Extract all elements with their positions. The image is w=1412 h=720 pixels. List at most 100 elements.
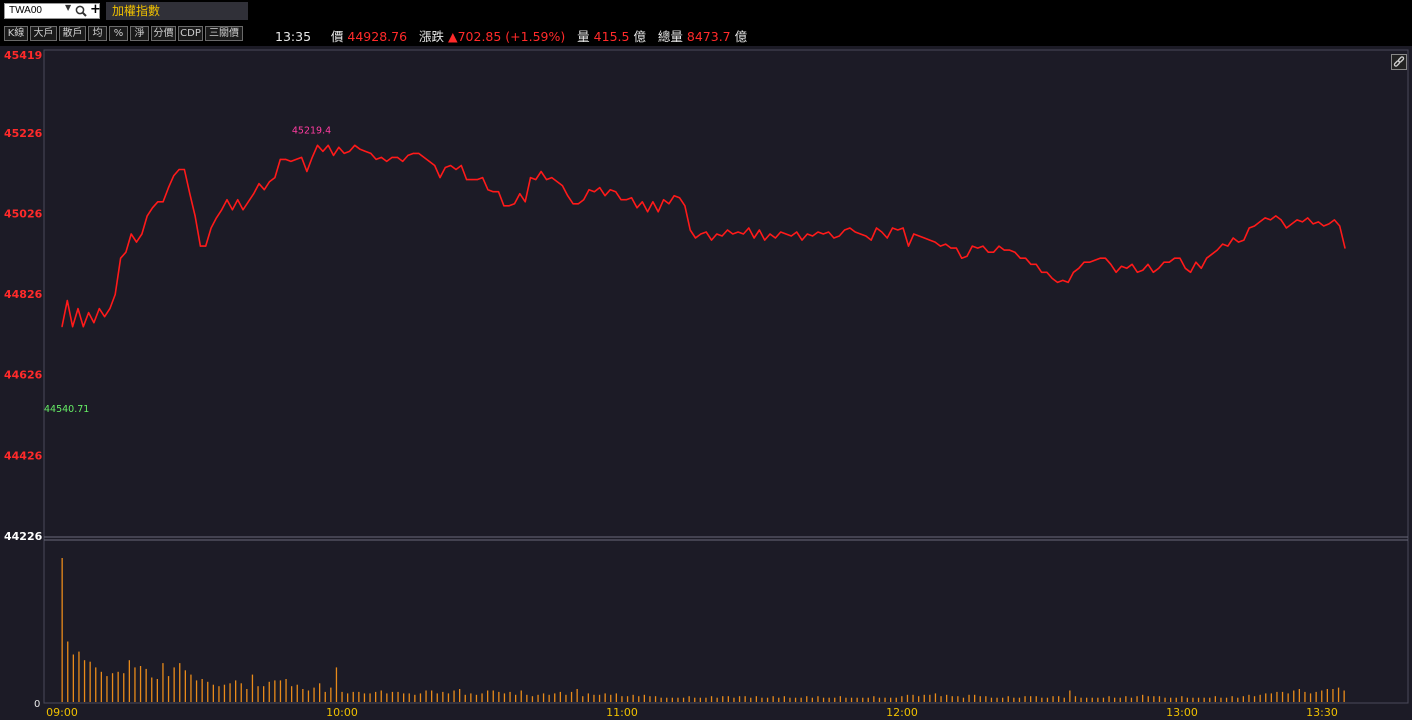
big-holders-button[interactable]: 大戶 (30, 26, 57, 41)
price-point (1195, 261, 1197, 263)
volume-bar (61, 558, 63, 702)
volume-bar (548, 694, 550, 702)
volume-bar (576, 689, 578, 702)
volume-bar (156, 679, 158, 702)
change-value: ▲702.85 (+1.59%) (447, 29, 566, 44)
price-point (519, 193, 521, 195)
price-point (1136, 271, 1138, 273)
price-point (1237, 241, 1240, 243)
price-point (913, 233, 915, 235)
volume-bar (1074, 696, 1077, 702)
volume-bar (1058, 696, 1060, 702)
y-tick-label: 44226 (4, 530, 43, 543)
volume-bar (447, 693, 450, 702)
symbol-input[interactable]: TWA00 ▼ + (4, 2, 101, 19)
percent-button[interactable]: % (109, 26, 128, 41)
price-point (157, 201, 159, 203)
price-point (561, 185, 564, 187)
price-point (758, 229, 761, 231)
price-point (503, 205, 505, 207)
add-icon[interactable]: + (90, 2, 101, 17)
volume-bar (660, 697, 662, 702)
volume-bar (1253, 696, 1256, 702)
volume-bar (358, 691, 360, 702)
cdp-button[interactable]: CDP (178, 26, 203, 41)
volume-bar (1007, 696, 1009, 702)
price-point (258, 183, 260, 185)
price-point (647, 211, 649, 213)
volume-bar (1086, 697, 1088, 702)
price-point (482, 177, 484, 179)
price-value: 44928.76 (347, 29, 408, 44)
volume-bar (1214, 696, 1216, 702)
volume-bar (419, 693, 422, 702)
price-point (135, 241, 138, 243)
volume-bar (766, 697, 769, 702)
total-volume-value: 8473.7 (686, 29, 731, 44)
price-point (891, 227, 894, 229)
volume-bar (1069, 690, 1071, 702)
price-point (439, 177, 441, 179)
price-point (572, 203, 574, 205)
volume-bar (240, 683, 242, 702)
price-point (359, 148, 361, 150)
volume-bar (134, 667, 136, 702)
volume-bar (128, 660, 130, 702)
volume-bar (218, 686, 220, 702)
volume-bar (391, 691, 394, 702)
link-icon[interactable] (1391, 54, 1407, 70)
volume-bar (570, 691, 573, 702)
volume-bar (974, 694, 976, 702)
volume-bar (1220, 697, 1222, 702)
volume-bar (1265, 693, 1267, 702)
volume-bar (666, 697, 668, 702)
price-point (1147, 263, 1149, 265)
price-point (290, 160, 292, 162)
volume-bar (1203, 697, 1205, 702)
price-point (1009, 249, 1011, 251)
search-icon[interactable] (75, 5, 87, 17)
price-point (487, 189, 489, 191)
volume-bar (1013, 697, 1015, 702)
price-point (950, 247, 952, 249)
volume-bar (1142, 694, 1144, 702)
price-distribution-button[interactable]: 分價 (151, 26, 176, 41)
price-point (338, 146, 340, 148)
volume-bar (929, 694, 931, 702)
volume-bar (1276, 691, 1278, 702)
three-levels-button[interactable]: 三關價 (205, 26, 243, 41)
chevron-down-icon[interactable]: ▼ (65, 3, 71, 12)
quote-line: 13:35 價 44928.76 漲跌 ▲702.85 (+1.59%) 量 4… (275, 26, 747, 45)
volume-bar (626, 696, 629, 702)
kline-button[interactable]: K線 (4, 26, 28, 41)
price-point (391, 156, 393, 158)
volume-bar (873, 696, 875, 702)
volume-bar (632, 694, 634, 702)
retail-button[interactable]: 散戶 (59, 26, 86, 41)
volume-bar (459, 689, 461, 702)
volume-bar (442, 691, 444, 702)
price-point (1317, 221, 1319, 223)
price-point (524, 201, 526, 203)
price-point (1072, 271, 1075, 273)
volume-bar (235, 680, 237, 702)
price-point (732, 233, 734, 235)
index-name: 加權指數 (106, 2, 248, 20)
x-tick-label: 13:30 (1306, 706, 1338, 719)
volume-bar (1186, 697, 1188, 702)
volume-bar (279, 680, 282, 702)
price-point (322, 150, 324, 152)
volume-bar (1147, 696, 1149, 702)
net-button[interactable]: 淨 (130, 26, 149, 41)
volume-bar (375, 691, 377, 702)
price-point (689, 229, 691, 231)
volume-bar (1097, 697, 1099, 702)
average-button[interactable]: 均 (88, 26, 107, 41)
volume-bar (643, 694, 645, 702)
price-point (82, 326, 84, 328)
price-point (61, 326, 63, 328)
volume-bar (856, 697, 858, 702)
price-point (929, 239, 931, 241)
price-point (790, 235, 792, 237)
price-point (332, 154, 335, 156)
